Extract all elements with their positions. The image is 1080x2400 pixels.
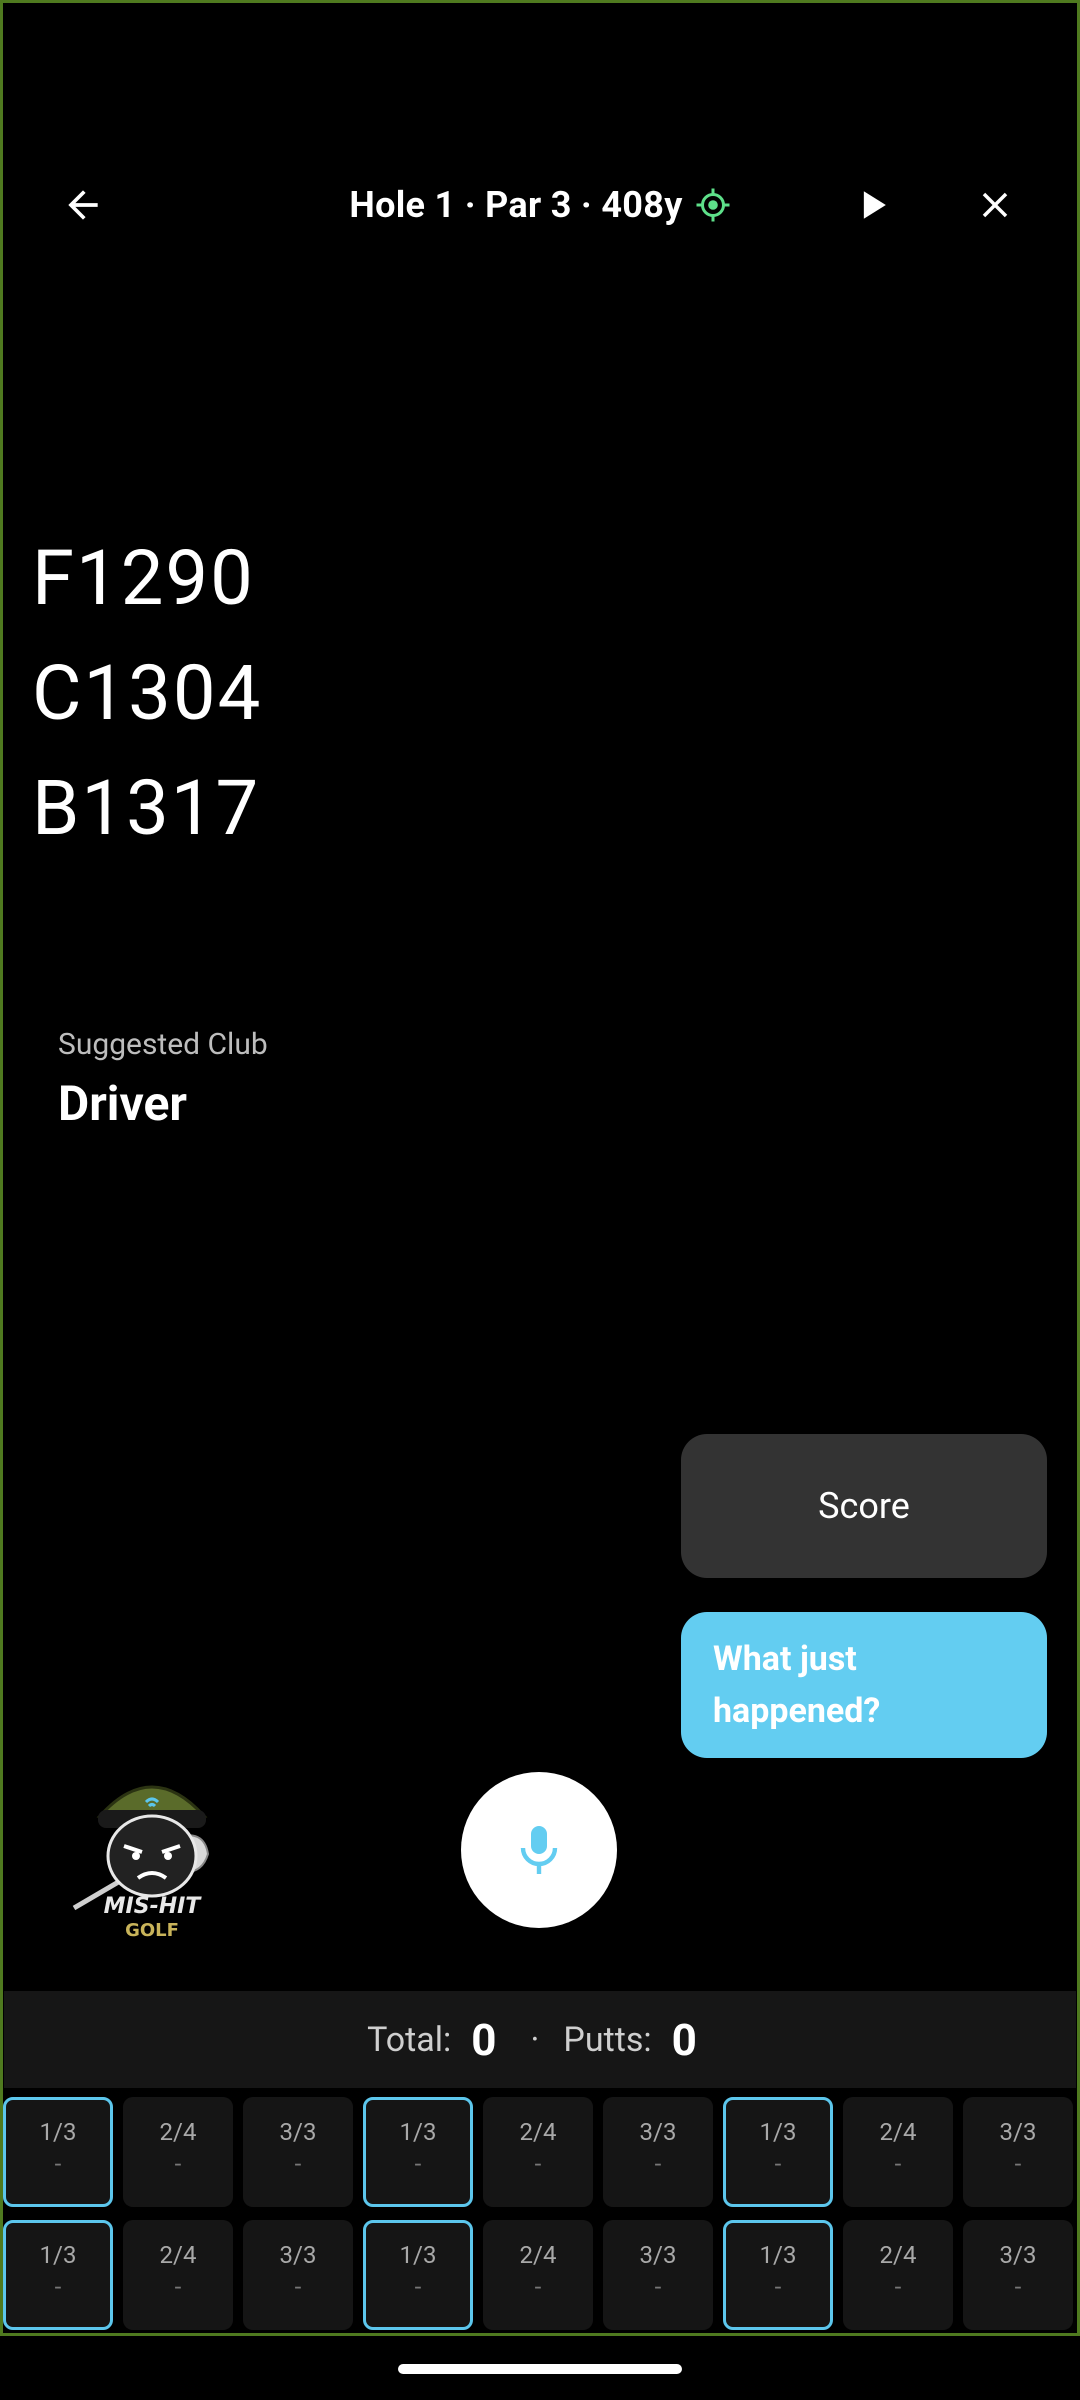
hole-cell-ratio: 3/3 bbox=[999, 2241, 1037, 2269]
hole-cell-ratio: 2/4 bbox=[159, 2241, 197, 2269]
hole-cell-ratio: 3/3 bbox=[639, 2241, 677, 2269]
hole-cell[interactable]: 1/3 - bbox=[723, 2220, 833, 2330]
hole-cell-ratio: 1/3 bbox=[399, 2241, 437, 2269]
hole-cell-score: - bbox=[774, 2273, 782, 2301]
suggested-club-value: Driver bbox=[58, 1075, 187, 1132]
hole-cell[interactable]: 1/3 - bbox=[363, 2097, 473, 2207]
hole-grid-row-1: 1/3 - 2/4 - 3/3 - 1/3 - 2/4 - 3/3 - 1/3 - 2/4 - 3/3 - bbox=[0, 2097, 1080, 2211]
hole-cell-score: - bbox=[894, 2273, 902, 2301]
hole-cell[interactable]: 3/3 - bbox=[243, 2220, 353, 2330]
hole-cell-score: - bbox=[1014, 2273, 1022, 2301]
hole-cell-score: - bbox=[894, 2150, 902, 2178]
hole-cell-score: - bbox=[414, 2273, 422, 2301]
center-distance: C1304 bbox=[32, 648, 263, 738]
svg-text:MIS-HIT: MIS-HIT bbox=[104, 1894, 203, 1919]
hole-cell[interactable]: 2/4 - bbox=[123, 2220, 233, 2330]
hole-cell-ratio: 1/3 bbox=[399, 2118, 437, 2146]
hole-cell-ratio: 2/4 bbox=[519, 2118, 557, 2146]
hole-cell[interactable]: 2/4 - bbox=[123, 2097, 233, 2207]
svg-text:GOLF: GOLF bbox=[125, 1920, 179, 1941]
close-button[interactable] bbox=[950, 160, 1040, 250]
play-button[interactable] bbox=[828, 160, 918, 250]
hole-cell[interactable]: 1/3 - bbox=[723, 2097, 833, 2207]
hole-cell-ratio: 1/3 bbox=[39, 2118, 77, 2146]
hole-cell-ratio: 1/3 bbox=[759, 2118, 797, 2146]
hole-cell-score: - bbox=[414, 2150, 422, 2178]
hole-cell-ratio: 2/4 bbox=[159, 2118, 197, 2146]
hole-cell[interactable]: 3/3 - bbox=[603, 2097, 713, 2207]
hole-cell[interactable]: 2/4 - bbox=[483, 2097, 593, 2207]
hole-cell-score: - bbox=[174, 2273, 182, 2301]
play-icon bbox=[863, 191, 886, 219]
mis-hit-golf-logo: MIS-HIT GOLF bbox=[62, 1758, 242, 1948]
hole-cell[interactable]: 2/4 - bbox=[843, 2220, 953, 2330]
hole-cell-ratio: 3/3 bbox=[639, 2118, 677, 2146]
hole-cell-ratio: 2/4 bbox=[879, 2241, 917, 2269]
home-indicator[interactable] bbox=[398, 2364, 682, 2374]
hole-cell[interactable]: 1/3 - bbox=[3, 2097, 113, 2207]
hole-cell[interactable]: 2/4 - bbox=[843, 2097, 953, 2207]
hole-cell[interactable]: 3/3 - bbox=[243, 2097, 353, 2207]
hole-cell-score: - bbox=[774, 2150, 782, 2178]
app-frame-border bbox=[0, 0, 1080, 2336]
hole-cell-ratio: 2/4 bbox=[519, 2241, 557, 2269]
hole-cell-score: - bbox=[534, 2150, 542, 2178]
hole-title: Hole 1 · Par 3 · 408y bbox=[0, 160, 1080, 250]
hole-cell-score: - bbox=[54, 2273, 62, 2301]
hole-cell-ratio: 2/4 bbox=[879, 2118, 917, 2146]
front-distance: F1290 bbox=[32, 533, 255, 623]
hole-cell-ratio: 1/3 bbox=[759, 2241, 797, 2269]
hole-cell[interactable]: 2/4 - bbox=[483, 2220, 593, 2330]
hole-cell-ratio: 3/3 bbox=[279, 2241, 317, 2269]
hole-cell-score: - bbox=[654, 2150, 662, 2178]
suggested-club-label: Suggested Club bbox=[58, 1027, 268, 1062]
voice-input-button[interactable] bbox=[461, 1772, 617, 1928]
top-bar: Hole 1 · Par 3 · 408y bbox=[0, 160, 1080, 250]
hole-cell-ratio: 1/3 bbox=[39, 2241, 77, 2269]
back-distance: B1317 bbox=[32, 763, 261, 853]
hole-cell-ratio: 3/3 bbox=[999, 2118, 1037, 2146]
hole-grid-row-2: 1/3 - 2/4 - 3/3 - 1/3 - 2/4 - 3/3 - 1/3 - 2/4 - 3/3 - bbox=[0, 2220, 1080, 2334]
hole-cell[interactable]: 3/3 - bbox=[963, 2220, 1073, 2330]
hole-cell-score: - bbox=[174, 2150, 182, 2178]
hole-cell-score: - bbox=[294, 2150, 302, 2178]
score-button[interactable]: Score bbox=[681, 1434, 1047, 1578]
totals-separator: · bbox=[530, 2019, 540, 2060]
hole-cell-score: - bbox=[534, 2273, 542, 2301]
hole-cell[interactable]: 3/3 - bbox=[963, 2097, 1073, 2207]
hole-cell-score: - bbox=[654, 2273, 662, 2301]
hole-cell[interactable]: 1/3 - bbox=[363, 2220, 473, 2330]
hole-cell-ratio: 3/3 bbox=[279, 2118, 317, 2146]
hole-title-text: Hole 1 · Par 3 · 408y bbox=[349, 184, 683, 226]
gps-target-icon bbox=[695, 187, 731, 223]
total-value: 0 bbox=[471, 2013, 497, 2066]
hole-cell-score: - bbox=[54, 2150, 62, 2178]
putts-label: Putts: bbox=[563, 2019, 652, 2060]
hole-cell-score: - bbox=[294, 2273, 302, 2301]
total-label: Total: bbox=[367, 2019, 452, 2060]
hole-cell[interactable]: 1/3 - bbox=[3, 2220, 113, 2330]
microphone-icon bbox=[520, 1826, 558, 1874]
close-icon bbox=[982, 192, 1008, 218]
what-just-happened-button[interactable]: What just happened? bbox=[681, 1612, 1047, 1758]
hole-cell[interactable]: 3/3 - bbox=[603, 2220, 713, 2330]
totals-bar: Total: 0 · Putts: 0 bbox=[4, 1991, 1076, 2088]
putts-value: 0 bbox=[671, 2013, 697, 2066]
hole-cell-score: - bbox=[1014, 2150, 1022, 2178]
